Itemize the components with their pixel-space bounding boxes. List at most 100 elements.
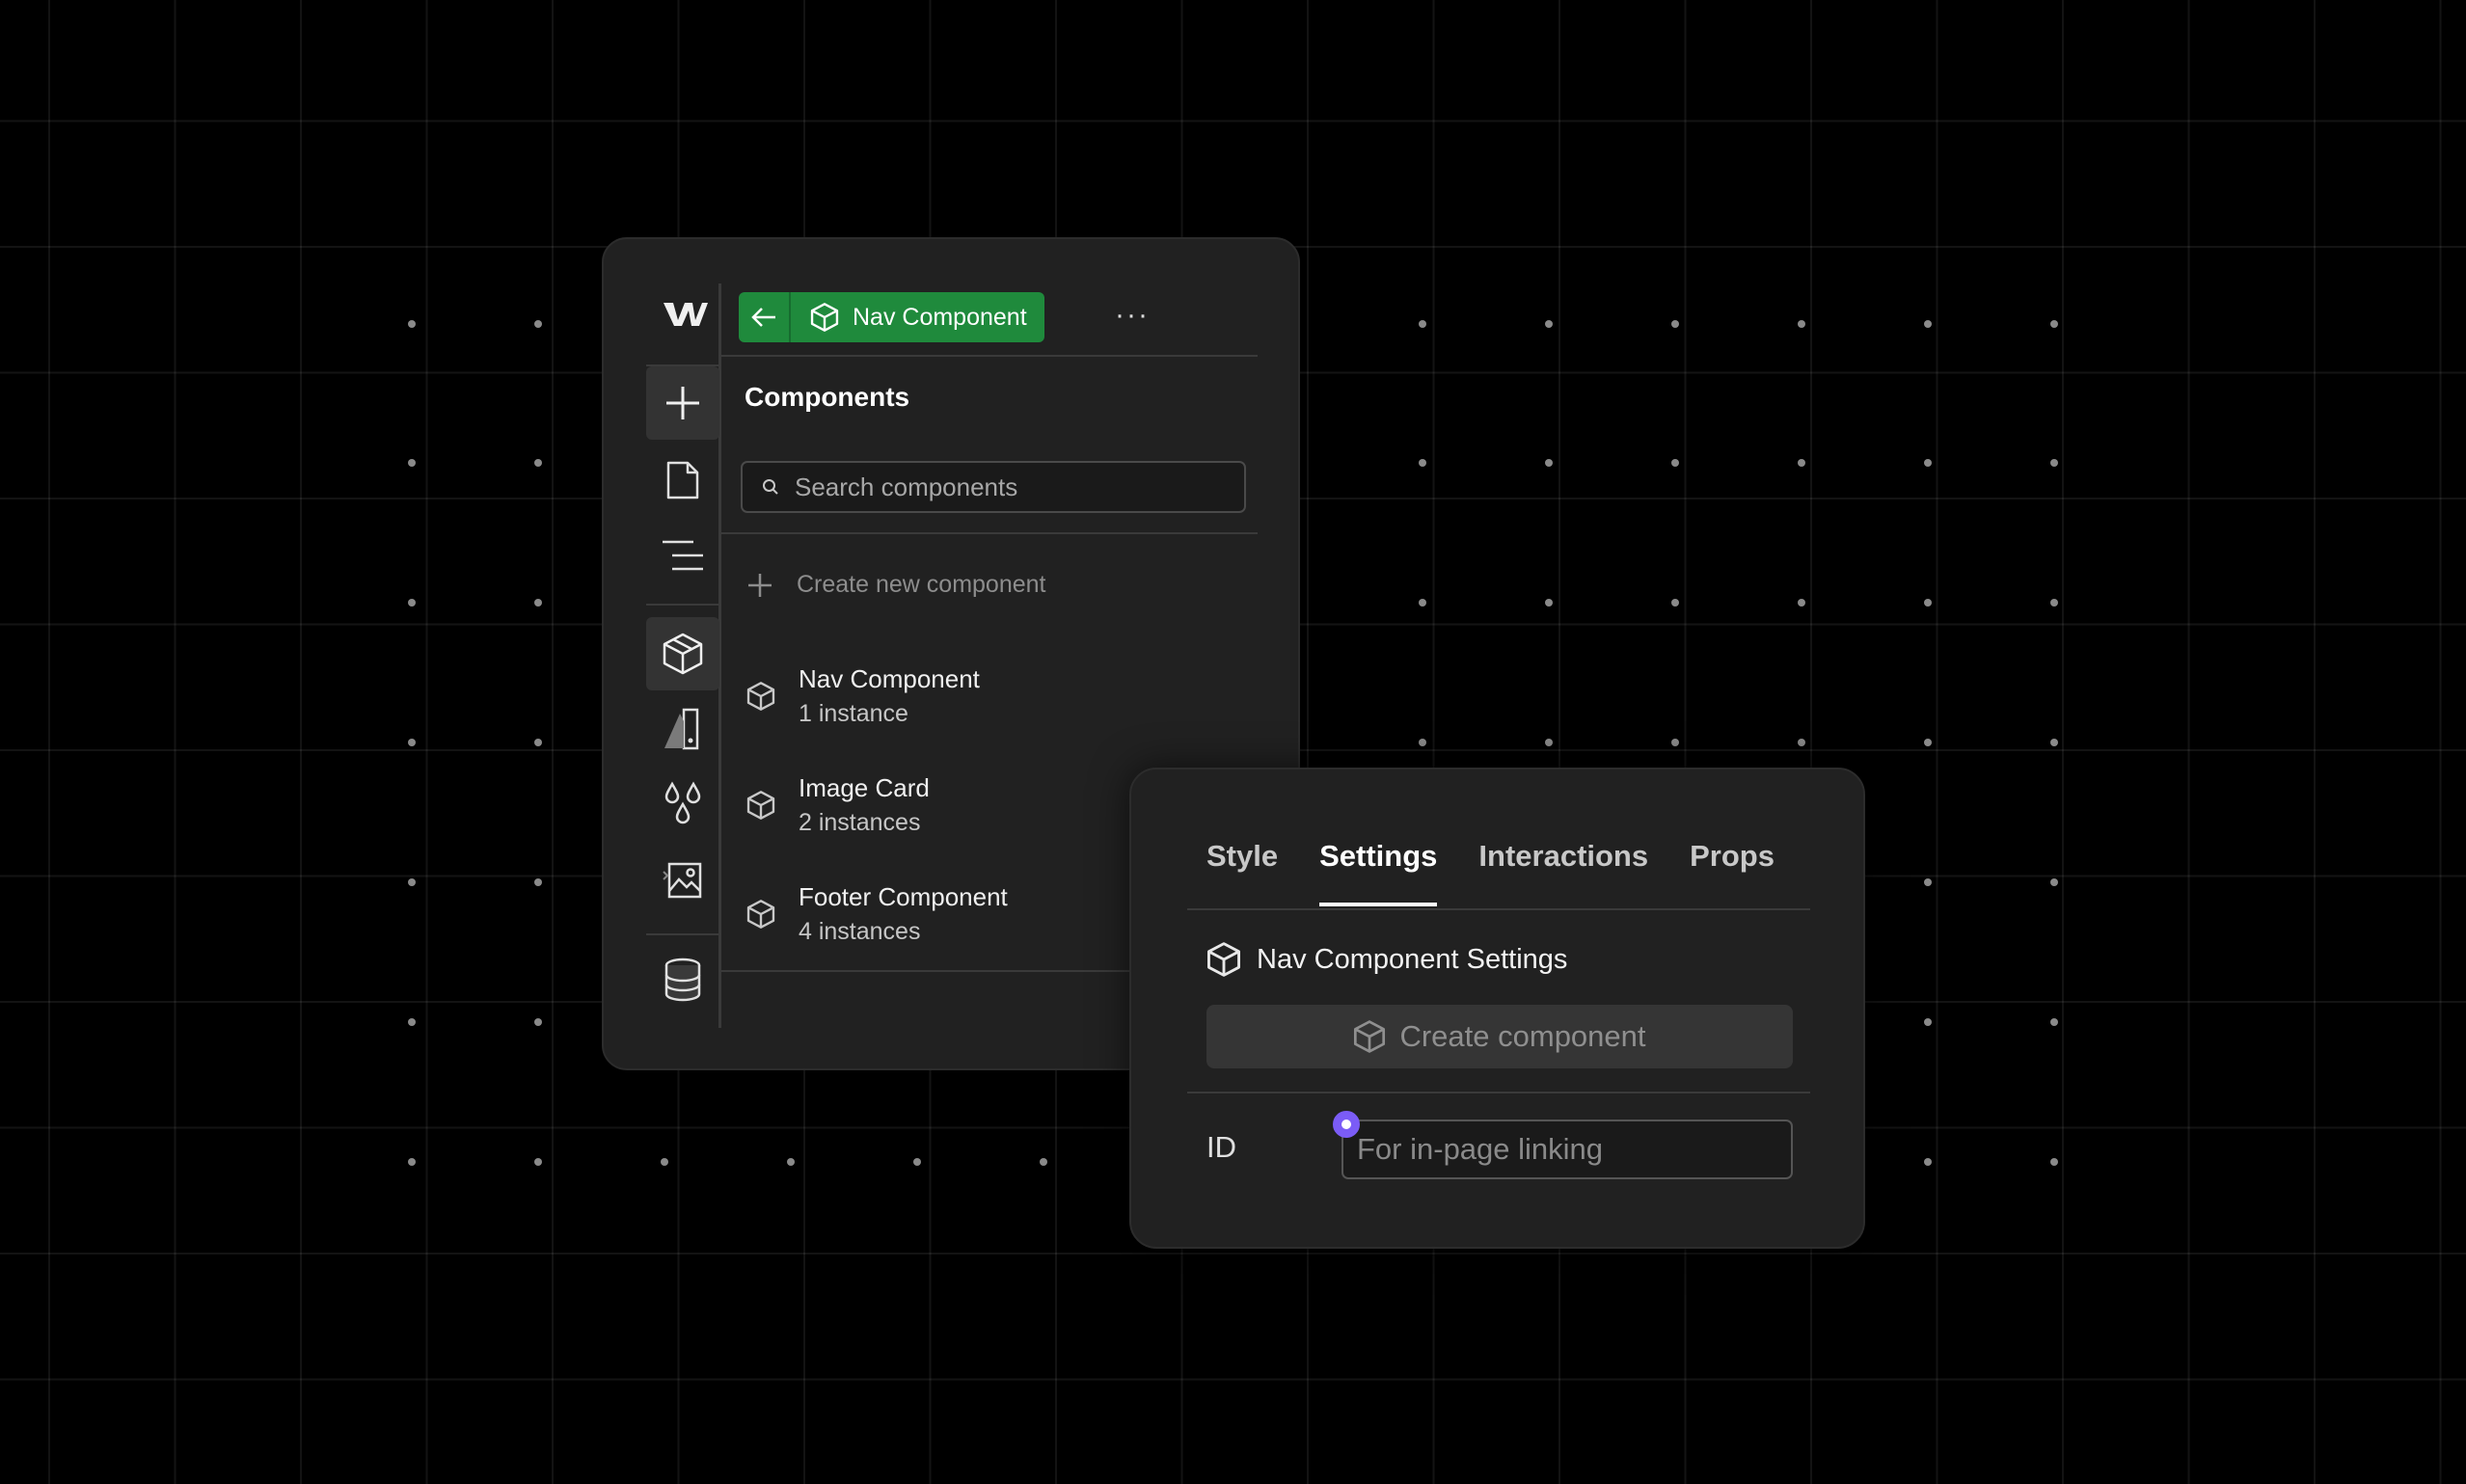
background-dot [1924, 739, 1932, 746]
search-input[interactable] [793, 471, 1221, 503]
settings-section-title: Nav Component Settings [1206, 941, 1567, 978]
id-input[interactable] [1355, 1131, 1783, 1168]
webflow-logo-icon[interactable] [664, 299, 708, 330]
focus-indicator-dot [1333, 1111, 1360, 1138]
settings-title-text: Nav Component Settings [1257, 943, 1568, 975]
background-dot [408, 459, 416, 467]
search-icon [763, 479, 778, 495]
background-dot [2050, 320, 2058, 328]
id-field-box [1341, 1120, 1793, 1179]
component-cube-icon [746, 900, 775, 929]
current-component-name: Nav Component [853, 303, 1027, 331]
plus-icon [666, 387, 699, 419]
component-name: Nav Component [799, 664, 980, 693]
navigator-lines-icon [663, 540, 703, 571]
search-divider [721, 532, 1258, 534]
background-dot [1924, 878, 1932, 886]
panel-tabs: Style Settings Interactions Props [1206, 839, 1775, 906]
style-manager-icon [664, 708, 699, 750]
current-component-pill[interactable]: Nav Component [791, 292, 1044, 342]
background-dot [1671, 599, 1679, 607]
background-dot [408, 1018, 416, 1026]
list-item[interactable]: Image Card 2 instances [746, 770, 930, 840]
page-icon [666, 461, 699, 499]
cms-database-icon [664, 958, 701, 1002]
list-item[interactable]: Nav Component 1 instance [746, 661, 980, 731]
component-cube-icon [746, 682, 775, 711]
add-panel-button[interactable] [646, 366, 719, 440]
more-options-button[interactable]: ··· [1115, 299, 1150, 332]
background-dot [408, 878, 416, 886]
header-divider [721, 355, 1258, 357]
background-dot [1545, 739, 1553, 746]
background-dot [1671, 320, 1679, 328]
tab-settings[interactable]: Settings [1319, 839, 1438, 906]
background-dot [2050, 739, 2058, 746]
variables-button[interactable] [646, 768, 719, 841]
tabs-divider [1187, 908, 1810, 910]
search-box [741, 461, 1246, 513]
arrow-left-icon [751, 308, 775, 327]
background-dot [1924, 1018, 1932, 1026]
background-dot [1545, 599, 1553, 607]
assets-button[interactable] [646, 843, 719, 916]
rail-separator [646, 604, 719, 606]
background-dot [534, 878, 542, 886]
background-dot [2050, 878, 2058, 886]
background-dot [913, 1158, 921, 1166]
component-cube-icon [1354, 1020, 1386, 1053]
background-dot [1419, 739, 1426, 746]
background-dot [1419, 459, 1426, 467]
background-dot [1671, 459, 1679, 467]
background-dot [534, 459, 542, 467]
back-button[interactable] [739, 292, 791, 342]
background-dot [408, 599, 416, 607]
create-new-component-button[interactable]: Create new component [746, 571, 1045, 599]
assets-image-icon [663, 862, 702, 899]
background-dot [1798, 320, 1805, 328]
background-dot [408, 320, 416, 328]
cms-button[interactable] [646, 943, 719, 1016]
tab-interactions[interactable]: Interactions [1478, 839, 1648, 903]
component-name: Footer Component [799, 882, 1008, 911]
background-dot [1798, 739, 1805, 746]
rail-separator [646, 933, 719, 935]
create-new-component-label: Create new component [797, 571, 1046, 598]
background-dot [408, 1158, 416, 1166]
background-dot [534, 320, 542, 328]
components-cube-icon [663, 633, 703, 675]
components-button[interactable] [646, 617, 719, 690]
background-dot [1671, 739, 1679, 746]
background-dot [787, 1158, 795, 1166]
background-dot [408, 739, 416, 746]
background-dot [1545, 459, 1553, 467]
navigator-button[interactable] [646, 519, 719, 592]
background-dot [1798, 459, 1805, 467]
tab-props[interactable]: Props [1690, 839, 1775, 903]
background-dot [1040, 1158, 1047, 1166]
pages-button[interactable] [646, 444, 719, 517]
id-label: ID [1206, 1130, 1236, 1164]
background-dot [661, 1158, 668, 1166]
background-dot [1419, 599, 1426, 607]
instance-count: 4 instances [799, 918, 921, 945]
component-cube-icon [1207, 942, 1240, 977]
settings-panel: Style Settings Interactions Props Nav Co… [1129, 768, 1865, 1249]
list-item[interactable]: Footer Component 4 instances [746, 879, 1008, 949]
background-dot [1924, 320, 1932, 328]
background-dot [1924, 599, 1932, 607]
create-component-button[interactable]: Create component [1206, 1005, 1793, 1068]
background-dot [1798, 599, 1805, 607]
background-dot [1545, 320, 1553, 328]
component-cube-icon [746, 791, 775, 820]
tab-style[interactable]: Style [1206, 839, 1278, 903]
instance-count: 2 instances [799, 809, 921, 836]
style-manager-button[interactable] [646, 692, 719, 766]
background-dot [2050, 459, 2058, 467]
variables-drops-icon [664, 781, 701, 824]
background-dot [1924, 459, 1932, 467]
background-dot [2050, 1018, 2058, 1026]
plus-icon [748, 573, 772, 597]
component-cube-icon [810, 303, 839, 332]
background-dot [1924, 1158, 1932, 1166]
